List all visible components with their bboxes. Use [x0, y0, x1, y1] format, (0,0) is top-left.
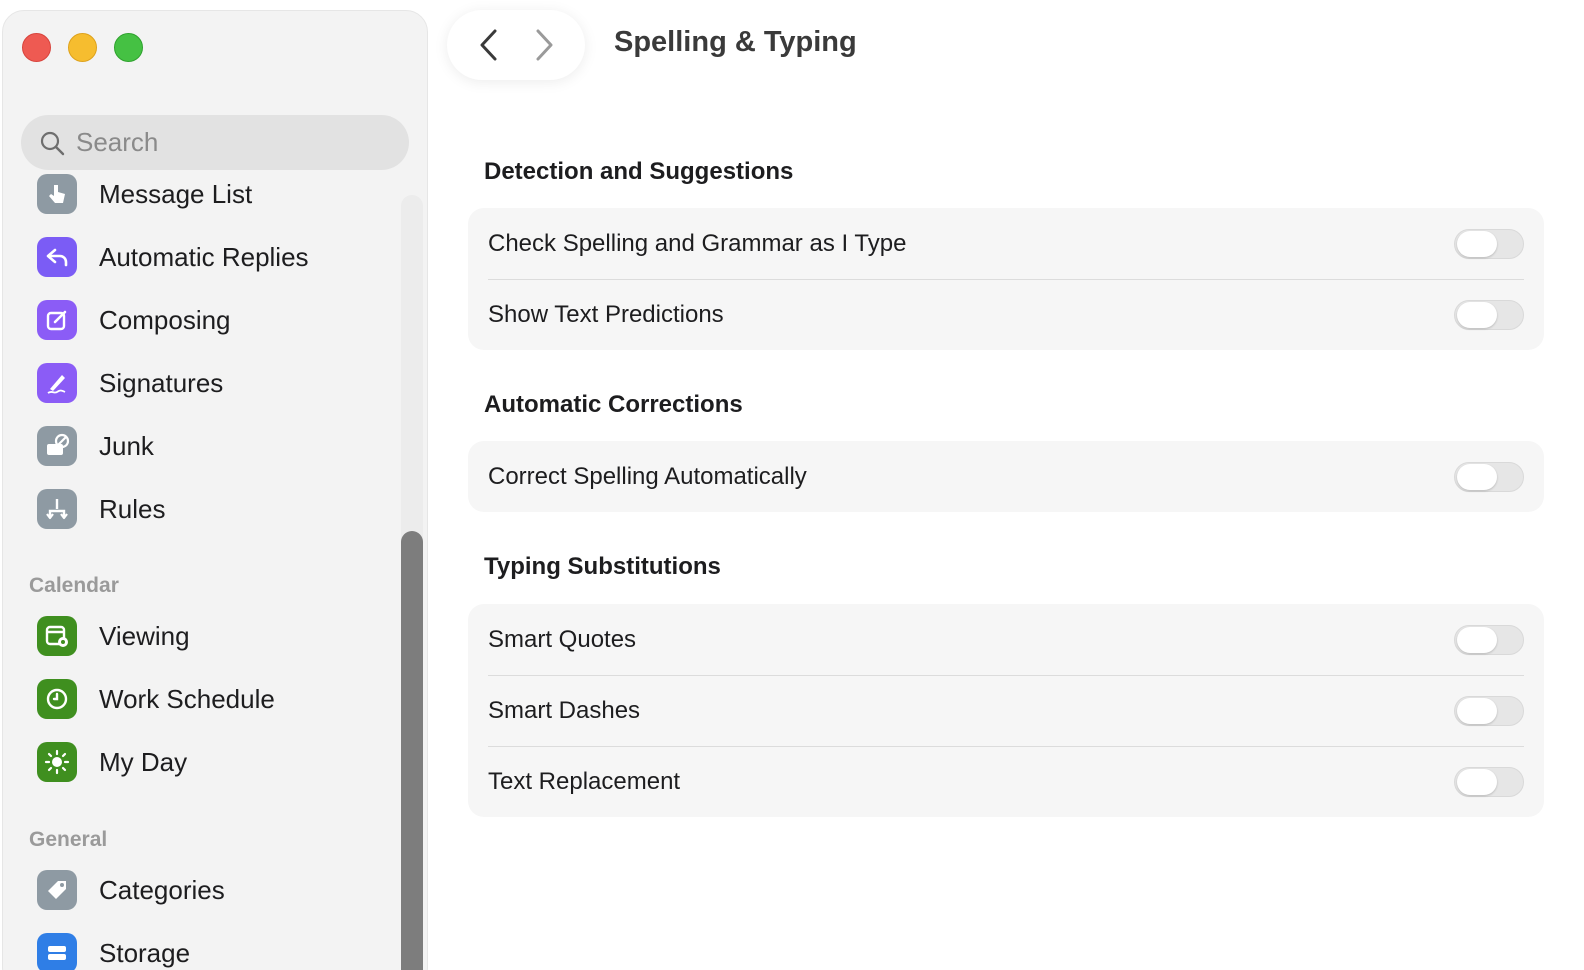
toggle-knob — [1457, 230, 1497, 257]
sidebar-item-label: Categories — [99, 874, 225, 905]
sidebar-item-label: Signatures — [99, 367, 224, 398]
smart-dashes-toggle[interactable] — [1454, 695, 1524, 726]
group-title-detection: Detection and Suggestions — [484, 158, 794, 185]
sidebar-item-my-day[interactable]: My Day — [37, 739, 187, 785]
sidebar-item-label: Viewing — [99, 620, 190, 651]
sidebar-item-label: My Day — [99, 746, 188, 777]
row-label: Correct Spelling Automatically — [488, 462, 807, 490]
minimize-window-button[interactable] — [68, 33, 97, 62]
text-predictions-toggle[interactable] — [1454, 299, 1524, 330]
group-title-substitutions: Typing Substitutions — [484, 553, 721, 580]
sun-icon — [37, 742, 77, 782]
sidebar-item-viewing[interactable]: Viewing — [37, 613, 190, 659]
zoom-window-button[interactable] — [114, 33, 143, 62]
sidebar-item-rules[interactable]: Rules — [37, 486, 165, 532]
sidebar-item-composing[interactable]: Composing — [37, 297, 231, 343]
sidebar-item-label: Work Schedule — [99, 683, 275, 714]
search-icon — [40, 131, 65, 155]
storage-icon — [37, 933, 77, 970]
sidebar: Search Message List Automatic Replies Co… — [2, 10, 428, 970]
sidebar-item-label: Rules — [99, 493, 166, 524]
check-spelling-toggle[interactable] — [1454, 228, 1524, 259]
settings-row-check-spelling: Check Spelling and Grammar as I Type — [468, 208, 1544, 279]
row-label: Smart Quotes — [488, 625, 637, 653]
group-title-corrections: Automatic Corrections — [484, 391, 743, 418]
junk-icon — [37, 426, 77, 466]
rules-icon — [37, 489, 77, 529]
back-button[interactable] — [469, 25, 509, 65]
forward-button[interactable] — [524, 25, 564, 65]
search-field[interactable]: Search — [21, 115, 409, 170]
row-label: Check Spelling and Grammar as I Type — [488, 229, 907, 257]
sidebar-item-junk[interactable]: Junk — [37, 423, 154, 469]
sidebar-item-work-schedule[interactable]: Work Schedule — [37, 676, 275, 722]
chevron-right-icon — [536, 29, 552, 61]
hand-pointer-icon — [37, 174, 77, 214]
sidebar-item-storage[interactable]: Storage — [37, 930, 190, 970]
sidebar-item-label: Automatic Replies — [99, 241, 309, 272]
calendar-gear-icon — [37, 616, 77, 656]
window-controls — [22, 33, 143, 62]
corrections-card: Correct Spelling Automatically — [468, 441, 1544, 512]
sidebar-item-label: Composing — [99, 304, 231, 335]
search-placeholder: Search — [76, 127, 159, 157]
tag-icon — [37, 870, 77, 910]
sidebar-item-label: Junk — [99, 430, 154, 461]
page-title: Spelling & Typing — [614, 26, 857, 58]
toggle-knob — [1457, 626, 1497, 653]
correct-spelling-toggle[interactable] — [1454, 461, 1524, 492]
text-replacement-toggle[interactable] — [1454, 766, 1524, 797]
chevron-left-icon — [480, 29, 496, 61]
clock-icon — [37, 679, 77, 719]
sidebar-scrollbar-thumb[interactable] — [401, 531, 423, 970]
toggle-knob — [1457, 697, 1497, 724]
section-header-calendar: Calendar — [29, 574, 119, 597]
signature-icon — [37, 363, 77, 403]
sidebar-item-label: Storage — [99, 937, 191, 968]
section-header-general: General — [29, 828, 108, 851]
settings-row-text-replacement: Text Replacement — [468, 746, 1544, 817]
toggle-knob — [1457, 301, 1497, 328]
settings-row-smart-quotes: Smart Quotes — [468, 604, 1544, 675]
history-navigation — [447, 10, 585, 80]
row-label: Smart Dashes — [488, 696, 641, 724]
settings-row-text-predictions: Show Text Predictions — [468, 279, 1544, 350]
row-label: Show Text Predictions — [488, 300, 724, 328]
sidebar-item-signatures[interactable]: Signatures — [37, 360, 223, 406]
settings-row-smart-dashes: Smart Dashes — [468, 675, 1544, 746]
sidebar-item-categories[interactable]: Categories — [37, 867, 225, 913]
smart-quotes-toggle[interactable] — [1454, 624, 1524, 655]
close-window-button[interactable] — [22, 33, 51, 62]
toggle-knob — [1457, 463, 1497, 490]
sidebar-item-message-list[interactable]: Message List — [37, 171, 252, 217]
toggle-knob — [1457, 768, 1497, 795]
row-label: Text Replacement — [488, 767, 681, 795]
sidebar-item-automatic-replies[interactable]: Automatic Replies — [37, 234, 309, 280]
settings-row-correct-spelling: Correct Spelling Automatically — [468, 441, 1544, 512]
detection-card: Check Spelling and Grammar as I Type Sho… — [468, 208, 1544, 350]
compose-icon — [37, 300, 77, 340]
substitutions-card: Smart Quotes Smart Dashes Text Replaceme… — [468, 604, 1544, 817]
reply-arrow-icon — [37, 237, 77, 277]
sidebar-item-label: Message List — [99, 178, 253, 209]
